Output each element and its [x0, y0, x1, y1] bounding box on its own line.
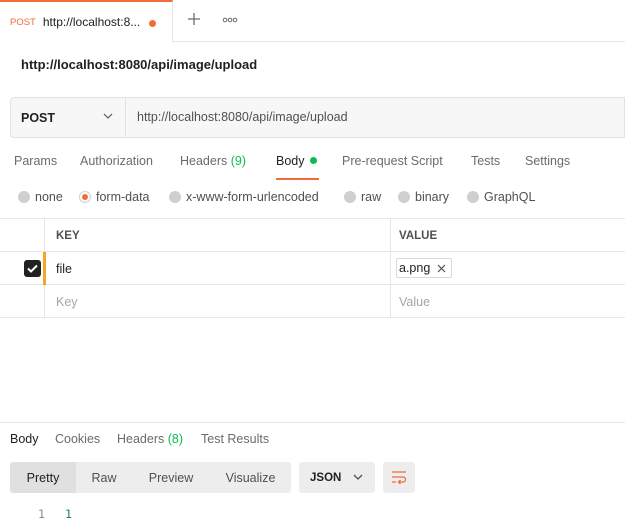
radio-none[interactable]: none — [18, 190, 63, 204]
tab-pre-request-script[interactable]: Pre-request Script — [342, 154, 443, 180]
radio-label: x-www-form-urlencoded — [186, 190, 319, 204]
tab-label: Cookies — [55, 432, 101, 446]
response-tab-test-results[interactable]: Test Results — [201, 432, 269, 446]
method-select[interactable]: POST — [11, 98, 126, 137]
response-tab-body[interactable]: Body — [10, 432, 39, 446]
tab-label: Authorization — [80, 154, 153, 168]
radio-x-www-form-urlencoded[interactable]: x-www-form-urlencoded — [169, 190, 319, 204]
request-tab[interactable]: POST http://localhost:8... — [0, 0, 173, 42]
tab-label: Headers — [117, 432, 165, 446]
radio-binary[interactable]: binary — [398, 190, 449, 204]
radio-circle-icon — [398, 191, 410, 203]
table-header-row: KEY VALUE — [0, 219, 625, 252]
row-accent-bar — [43, 252, 46, 285]
tab-label: Headers — [180, 154, 228, 168]
radio-form-data[interactable]: form-data — [79, 190, 150, 204]
column-divider — [390, 252, 391, 285]
radio-circle-icon — [18, 191, 30, 203]
tab-label: Params — [14, 154, 58, 168]
key-input[interactable]: Key — [56, 285, 78, 318]
view-mode-group: Pretty Raw Preview Visualize — [10, 462, 291, 493]
response-value: 1 — [65, 507, 72, 521]
tab-label: Body — [10, 432, 39, 446]
radio-graphql[interactable]: GraphQL — [467, 190, 535, 204]
chevron-down-icon — [353, 474, 363, 480]
unsaved-dot-icon — [149, 20, 156, 27]
checkmark-icon — [27, 264, 38, 273]
wrap-icon — [392, 471, 407, 485]
radio-circle-icon — [169, 191, 181, 203]
format-label: JSON — [310, 471, 342, 484]
visualize-button[interactable]: Visualize — [210, 462, 291, 493]
response-divider — [0, 422, 625, 423]
radio-circle-icon — [344, 191, 356, 203]
chevron-down-icon — [103, 113, 113, 119]
file-name: a.png — [399, 261, 431, 275]
value-header: VALUE — [399, 229, 438, 242]
pretty-button[interactable]: Pretty — [10, 462, 76, 493]
response-tab-cookies[interactable]: Cookies — [55, 432, 100, 446]
tab-url: http://localhost:8... — [42, 15, 141, 29]
column-divider — [390, 219, 391, 252]
tab-body[interactable]: Body — [276, 154, 331, 180]
more-horizontal-icon[interactable] — [222, 12, 238, 31]
request-tabs: Params Authorization Headers (9) Body Pr… — [0, 150, 625, 180]
raw-button[interactable]: Raw — [76, 462, 132, 493]
radio-label: form-data — [96, 190, 150, 204]
column-divider — [44, 285, 45, 318]
tab-bar: POST http://localhost:8... — [0, 0, 625, 42]
column-divider — [390, 285, 391, 318]
radio-label: GraphQL — [484, 190, 536, 204]
form-data-table: KEY VALUE file a.png Key Value — [0, 218, 625, 318]
close-icon[interactable] — [437, 261, 446, 276]
radio-raw[interactable]: raw — [344, 190, 381, 204]
column-divider — [44, 219, 45, 252]
table-row-empty: Key Value — [0, 285, 625, 318]
headers-count: (9) — [230, 154, 247, 168]
radio-circle-icon — [467, 191, 479, 203]
format-select[interactable]: JSON — [299, 462, 375, 493]
tab-tests[interactable]: Tests — [471, 154, 500, 180]
tab-label: Body — [276, 154, 305, 168]
radio-label: raw — [361, 190, 382, 204]
active-dot-icon — [309, 157, 317, 164]
plus-icon[interactable] — [186, 11, 202, 29]
tab-headers[interactable]: Headers (9) — [180, 154, 246, 180]
radio-label: none — [35, 190, 63, 204]
tab-label: Settings — [525, 154, 571, 168]
request-title[interactable]: http://localhost:8080/api/image/upload — [21, 57, 257, 72]
row-checkbox[interactable] — [24, 260, 41, 277]
table-row: file a.png — [0, 252, 625, 285]
value-input[interactable]: Value — [399, 285, 430, 318]
tab-label: Tests — [471, 154, 501, 168]
method-label: POST — [21, 110, 56, 125]
radio-checked-icon — [79, 191, 91, 203]
radio-label: binary — [415, 190, 450, 204]
tab-label: Pre-request Script — [342, 154, 443, 168]
response-tab-headers[interactable]: Headers (8) — [117, 432, 183, 446]
tab-label: Test Results — [201, 432, 270, 446]
tab-settings[interactable]: Settings — [525, 154, 570, 180]
tab-method: POST — [10, 16, 36, 28]
key-cell[interactable]: file — [56, 252, 72, 285]
line-number: 1 — [38, 507, 45, 521]
body-mode-group: none form-data x-www-form-urlencoded raw… — [0, 188, 625, 208]
tab-params[interactable]: Params — [14, 154, 57, 180]
url-bar: POST http://localhost:8080/api/image/upl… — [10, 97, 625, 138]
key-header: KEY — [56, 229, 80, 242]
wrap-lines-button[interactable] — [383, 462, 415, 493]
file-chip[interactable]: a.png — [396, 258, 453, 278]
tab-authorization[interactable]: Authorization — [80, 154, 153, 180]
headers-count: (8) — [167, 432, 184, 446]
url-input[interactable]: http://localhost:8080/api/image/upload — [137, 110, 348, 124]
response-tabs: Body Cookies Headers (8) Test Results — [0, 430, 625, 450]
preview-button[interactable]: Preview — [132, 462, 210, 493]
